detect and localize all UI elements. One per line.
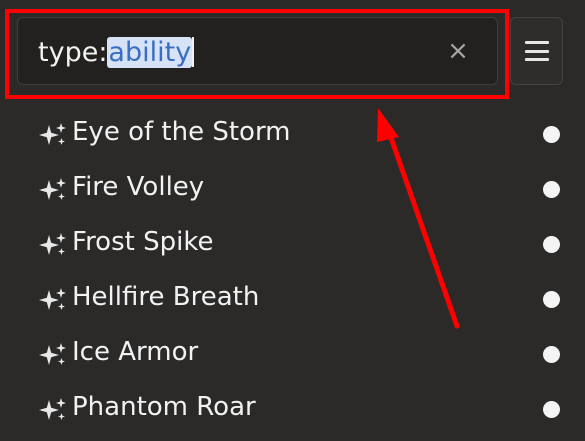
app-root: type: ability × Eye of the Storm Fire Vol	[0, 0, 585, 441]
sparkle-icon	[39, 123, 66, 145]
status-dot	[543, 236, 560, 253]
list-item-label: Frost Spike	[72, 227, 214, 257]
list-item[interactable]: Phantom Roar	[0, 382, 585, 437]
search-selected-text: ability	[107, 36, 193, 68]
menu-button[interactable]	[510, 17, 563, 85]
clear-search-button[interactable]: ×	[445, 38, 471, 64]
ability-list: Eye of the Storm Fire Volley Frost Spike	[0, 107, 585, 437]
status-dot	[543, 401, 560, 418]
hamburger-menu-icon	[524, 41, 549, 61]
list-item-label: Ice Armor	[72, 337, 199, 367]
sparkle-icon	[39, 398, 66, 420]
search-query[interactable]: type: ability	[38, 33, 195, 71]
list-item[interactable]: Eye of the Storm	[0, 107, 585, 162]
text-caret	[192, 37, 195, 67]
sparkle-icon	[39, 288, 66, 310]
list-item[interactable]: Fire Volley	[0, 162, 585, 217]
list-item[interactable]: Hellfire Breath	[0, 272, 585, 327]
status-dot	[543, 181, 560, 198]
list-item-label: Phantom Roar	[72, 392, 256, 422]
list-item[interactable]: Frost Spike	[0, 217, 585, 272]
list-item[interactable]: Ice Armor	[0, 327, 585, 382]
status-dot	[543, 291, 560, 308]
sparkle-icon	[39, 178, 66, 200]
search-input[interactable]: type: ability ×	[17, 17, 498, 85]
list-item-label: Fire Volley	[72, 172, 205, 202]
search-prefix-text: type:	[38, 36, 108, 68]
list-item-label: Hellfire Breath	[72, 282, 260, 312]
status-dot	[543, 346, 560, 363]
list-item-label: Eye of the Storm	[72, 117, 291, 147]
sparkle-icon	[39, 233, 66, 255]
status-dot	[543, 126, 560, 143]
sparkle-icon	[39, 343, 66, 365]
